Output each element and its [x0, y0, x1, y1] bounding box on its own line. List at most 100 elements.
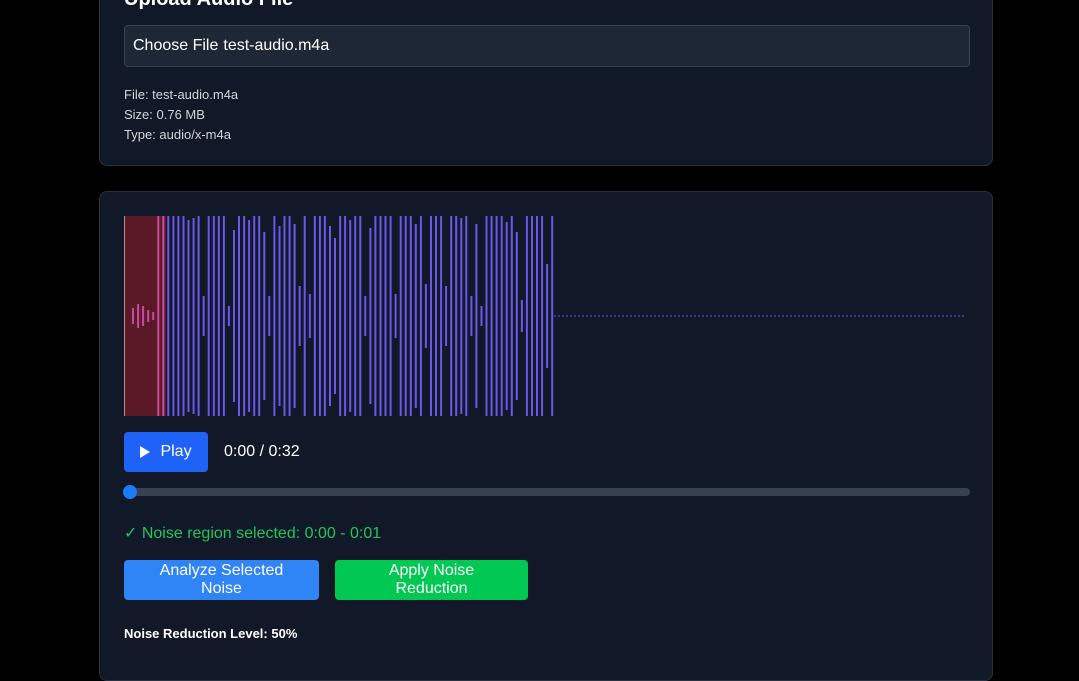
waveform-bar	[379, 216, 382, 416]
waveform-bar	[288, 216, 291, 416]
apply-noise-reduction-button[interactable]: Apply Noise Reduction	[335, 560, 528, 600]
waveform-bar	[263, 232, 266, 400]
waveform-bar	[450, 216, 453, 416]
waveform-bar	[217, 216, 220, 416]
selected-file-name: test-audio.m4a	[223, 37, 330, 54]
waveform[interactable]	[124, 216, 970, 416]
waveform-bar	[384, 216, 387, 416]
waveform-bar	[520, 300, 523, 332]
waveform-bar	[227, 306, 230, 326]
waveform-bar	[419, 216, 422, 416]
upload-card: Upload Audio File Choose File test-audio…	[99, 0, 993, 166]
waveform-bar	[323, 216, 326, 416]
waveform-bar	[248, 220, 251, 412]
waveform-bar	[409, 216, 412, 416]
waveform-bar	[531, 216, 533, 416]
waveform-bar	[349, 220, 352, 412]
noise-region-status: ✓ Noise region selected: 0:00 - 0:01	[124, 525, 382, 542]
waveform-bar	[258, 216, 261, 416]
waveform-bar	[268, 296, 271, 336]
file-size-info: Size: 0.76 MB	[124, 107, 205, 122]
waveform-bar	[515, 232, 518, 400]
waveform-bar	[167, 216, 170, 416]
waveform-bar	[142, 306, 145, 326]
waveform-bar	[187, 220, 190, 412]
analyze-noise-button[interactable]: Analyze Selected Noise	[124, 560, 319, 600]
waveform-bar	[303, 216, 306, 416]
waveform-bar	[525, 216, 528, 416]
file-input[interactable]: Choose File test-audio.m4a	[124, 25, 970, 67]
waveform-bar	[177, 216, 180, 416]
choose-file-button[interactable]: Choose File	[133, 37, 218, 55]
waveform-bar	[334, 238, 336, 394]
waveform-bar	[404, 216, 407, 416]
waveform-bar	[414, 224, 417, 408]
waveform-bar	[308, 294, 311, 338]
waveform-bar	[147, 310, 150, 322]
waveform-bar	[172, 216, 175, 416]
waveform-bar	[394, 294, 397, 338]
waveform-bar	[243, 216, 246, 416]
waveform-bar	[318, 216, 321, 416]
waveform-bar	[480, 306, 483, 326]
file-type-info: Type: audio/x-m4a	[124, 127, 231, 142]
waveform-bar	[500, 216, 503, 416]
waveform-bar	[354, 216, 357, 416]
waveform-bar	[399, 216, 402, 416]
waveform-bar	[157, 216, 160, 416]
waveform-bar	[465, 216, 468, 416]
waveform-bar	[278, 226, 281, 406]
waveform-bar	[455, 216, 458, 416]
upload-title: Upload Audio File	[124, 0, 293, 11]
seek-slider-thumb[interactable]	[123, 485, 137, 499]
waveform-bar	[202, 296, 205, 336]
waveform-bar	[132, 308, 134, 324]
noise-reduction-level-label: Noise Reduction Level: 50%	[124, 626, 298, 641]
waveform-bar	[485, 216, 488, 416]
waveform-bar	[435, 216, 437, 416]
waveform-bar	[192, 218, 195, 414]
waveform-bar	[359, 216, 362, 416]
waveform-bar	[445, 286, 448, 346]
waveform-bar	[293, 224, 296, 408]
waveform-bar	[495, 216, 498, 416]
waveform-bar	[298, 286, 301, 346]
waveform-bar	[152, 312, 155, 320]
editor-card: Play 0:00 / 0:32 ✓ Noise region selected…	[99, 191, 993, 681]
waveform-bar	[182, 216, 185, 416]
waveform-bar	[162, 216, 165, 416]
waveform-bar	[374, 216, 377, 416]
waveform-bar	[440, 216, 443, 416]
waveform-bar	[551, 216, 554, 416]
waveform-bar	[475, 224, 478, 408]
waveform-bar	[233, 230, 235, 402]
waveform-bar	[546, 264, 549, 368]
waveform-bar	[430, 216, 432, 416]
waveform-bar	[137, 304, 140, 328]
waveform-bar	[313, 216, 316, 416]
waveform-bar	[222, 216, 225, 416]
waveform-bar	[364, 296, 367, 336]
waveform-bar	[273, 216, 276, 416]
waveform-bar	[283, 216, 286, 416]
waveform-bar	[541, 216, 544, 416]
waveform-bar	[510, 216, 513, 416]
play-label: Play	[160, 443, 192, 460]
waveform-bar	[470, 296, 473, 336]
seek-slider[interactable]	[123, 485, 970, 499]
waveform-bar	[207, 216, 210, 416]
play-button[interactable]: Play	[124, 432, 208, 472]
waveform-bar	[424, 284, 427, 348]
action-buttons: Analyze Selected Noise Apply Noise Reduc…	[124, 560, 528, 600]
waveform-bar	[536, 216, 538, 416]
playhead-cursor	[124, 216, 125, 416]
player-controls: Play 0:00 / 0:32	[124, 432, 300, 472]
file-name-info: File: test-audio.m4a	[124, 87, 239, 102]
waveform-bar	[344, 216, 347, 416]
play-icon	[140, 446, 151, 458]
noise-region-selection	[124, 216, 166, 416]
time-display: 0:00 / 0:32	[224, 443, 300, 460]
file-info: File: test-audio.m4a Size: 0.76 MB Type:…	[124, 85, 238, 145]
waveform-bar	[329, 226, 331, 406]
waveform-bar	[339, 216, 342, 416]
